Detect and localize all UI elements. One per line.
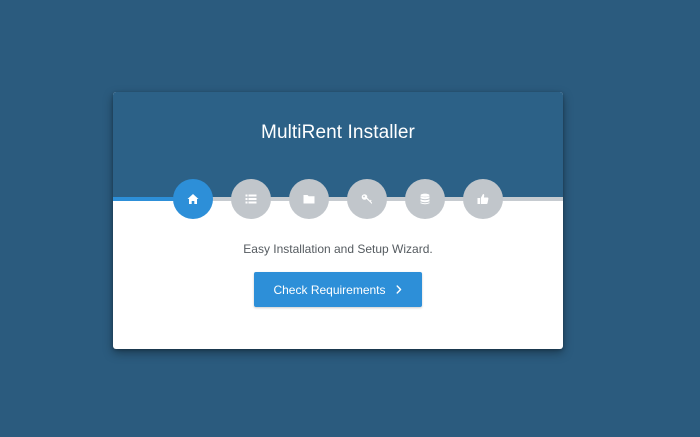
home-icon [187,193,199,205]
installer-card: MultiRent Installer Easy Installation an… [113,92,563,349]
installer-title: MultiRent Installer [261,122,415,143]
installer-subtitle: Easy Installation and Setup Wizard. [243,242,433,256]
check-requirements-label: Check Requirements [273,282,386,297]
step-key[interactable] [347,179,387,219]
thumbs-up-icon [477,193,489,205]
step-folder[interactable] [289,179,329,219]
database-icon [419,193,431,205]
check-requirements-button[interactable]: Check Requirements [254,272,422,307]
key-icon [361,193,373,205]
chevron-right-icon [386,285,403,294]
step-list[interactable] [231,179,271,219]
step-home[interactable] [173,179,213,219]
folder-icon [303,193,315,205]
step-finish[interactable] [463,179,503,219]
list-icon [245,193,257,205]
step-database[interactable] [405,179,445,219]
